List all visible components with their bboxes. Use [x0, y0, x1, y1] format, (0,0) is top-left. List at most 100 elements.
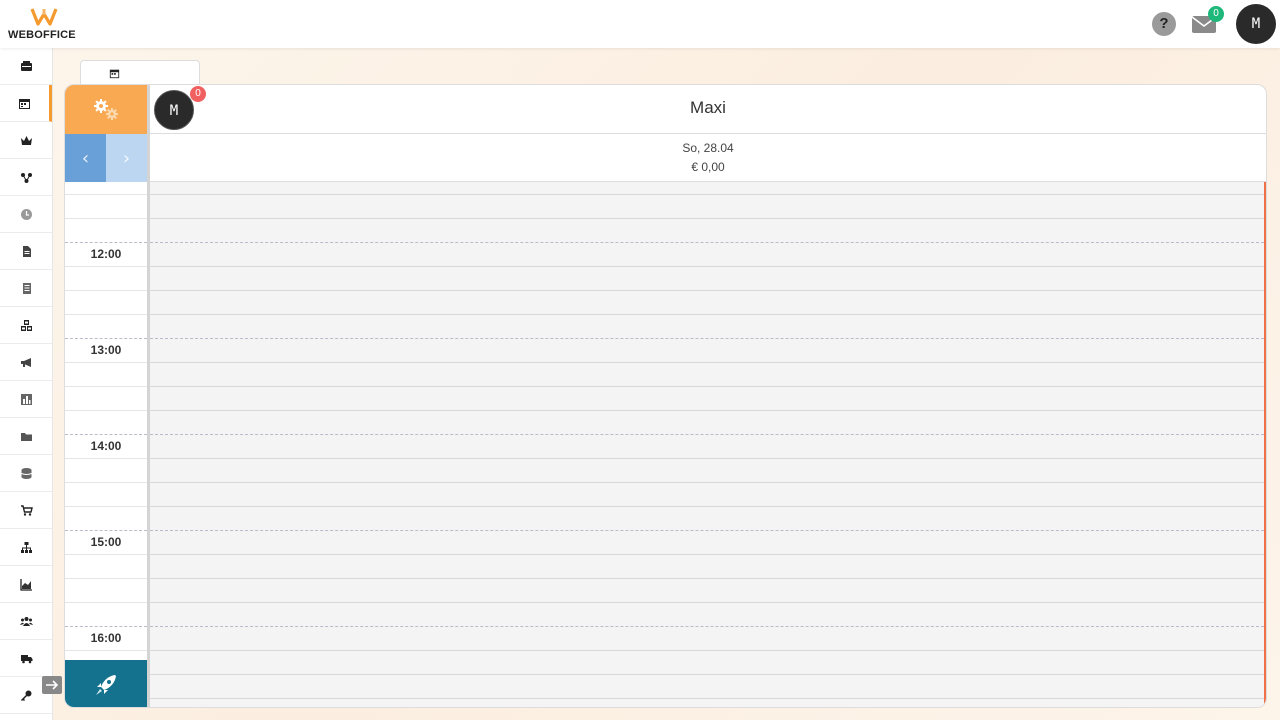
- sidebar-item-folder[interactable]: [0, 418, 52, 455]
- crown-icon: [20, 135, 32, 145]
- time-hour-line: [65, 242, 147, 243]
- key-icon: [20, 690, 31, 701]
- help-icon[interactable]: ?: [1152, 12, 1176, 36]
- schedule-grid[interactable]: [150, 182, 1264, 707]
- area-chart-icon: [19, 578, 32, 591]
- grid-slot-line: [150, 362, 1264, 363]
- grid-hour-line: [150, 338, 1264, 339]
- grid-slot-line: [150, 290, 1264, 291]
- day-total: € 0,00: [691, 160, 725, 174]
- sidebar-item-network[interactable]: [0, 159, 52, 196]
- grid-hour-line: [150, 626, 1264, 627]
- grid-hour-line: [150, 242, 1264, 243]
- time-slot-line: [65, 554, 147, 555]
- sidebar-item-list-document[interactable]: [0, 270, 52, 307]
- time-slot-line: [65, 386, 147, 387]
- sidebar-item-megaphone[interactable]: [0, 344, 52, 381]
- grid-hour-line: [150, 434, 1264, 435]
- weboffice-logo[interactable]: WEBOFFICE: [8, 6, 82, 42]
- time-label-14: 14:00: [90, 439, 122, 453]
- network-icon: [20, 172, 32, 183]
- grid-slot-line: [150, 482, 1264, 483]
- folder-icon: [20, 432, 32, 441]
- boxes-icon: [20, 319, 32, 331]
- calendar-panel: ‹ › 12:00 13:00 14:00 15:00 16:00 Maxi M…: [64, 84, 1267, 708]
- logo-mark-icon: [30, 8, 58, 26]
- grid-slot-line: [150, 698, 1264, 699]
- tab-calendar[interactable]: [80, 60, 200, 86]
- staff-count-badge: 0: [190, 86, 206, 102]
- expand-sidebar-arrow-icon[interactable]: [42, 676, 62, 694]
- grid-slot-line: [150, 458, 1264, 459]
- grid-hour-line: [150, 530, 1264, 531]
- hierarchy-icon: [20, 541, 32, 553]
- users-icon: [19, 616, 33, 626]
- database-icon: [20, 467, 32, 479]
- time-label-15: 15:00: [90, 535, 122, 549]
- time-slot-line: [65, 290, 147, 291]
- grid-slot-line: [150, 194, 1264, 195]
- truck-icon: [20, 654, 32, 663]
- time-slot-line: [65, 602, 147, 603]
- grid-slot-line: [150, 602, 1264, 603]
- sidebar-item-cart[interactable]: [0, 492, 52, 529]
- day-date: So, 28.04: [682, 141, 734, 155]
- sidebar-item-crown[interactable]: [0, 122, 52, 159]
- list-document-icon: [22, 282, 31, 294]
- time-slot-line: [65, 218, 147, 219]
- grid-slot-line: [150, 266, 1264, 267]
- clock-icon: [20, 208, 32, 220]
- staff-header[interactable]: Maxi M 0: [150, 85, 1266, 134]
- megaphone-icon: [20, 357, 31, 367]
- settings-button[interactable]: [65, 85, 147, 134]
- time-slot-line: [65, 458, 147, 459]
- time-slot-line: [65, 314, 147, 315]
- user-avatar[interactable]: M: [1236, 4, 1276, 44]
- time-hour-line: [65, 434, 147, 435]
- sidebar-item-truck[interactable]: [0, 640, 52, 677]
- calendar-tab-icon: [109, 69, 120, 79]
- grid-slot-line: [150, 554, 1264, 555]
- grid-slot-line: [150, 674, 1264, 675]
- time-hour-line: [65, 530, 147, 531]
- sidebar-item-bar-chart[interactable]: [0, 381, 52, 418]
- grid-slot-line: [150, 410, 1264, 411]
- time-slot-line: [65, 194, 147, 195]
- sidebar-item-boxes[interactable]: [0, 307, 52, 344]
- sidebar-item-hierarchy[interactable]: [0, 529, 52, 566]
- calendar-icon: [19, 98, 30, 109]
- current-time-indicator: [1264, 182, 1266, 707]
- grid-slot-line: [150, 386, 1264, 387]
- quick-launch-button[interactable]: [65, 660, 147, 707]
- sidebar-item-calendar[interactable]: [0, 85, 52, 122]
- bar-chart-icon: [20, 393, 32, 405]
- grid-slot-line: [150, 506, 1264, 507]
- time-label-12: 12:00: [90, 247, 122, 261]
- grid-slot-line: [150, 314, 1264, 315]
- time-slot-line: [65, 506, 147, 507]
- grid-slot-line: [150, 650, 1264, 651]
- sidebar-item-cash-register[interactable]: [0, 48, 52, 85]
- time-slot-line: [65, 266, 147, 267]
- time-hour-line: [65, 626, 147, 627]
- sidebar-item-database[interactable]: [0, 455, 52, 492]
- time-slot-line: [65, 410, 147, 411]
- staff-name: Maxi: [690, 98, 726, 117]
- cart-icon: [20, 504, 33, 516]
- gears-icon: [94, 98, 118, 120]
- sidebar-item-users[interactable]: [0, 603, 52, 640]
- document-icon: [22, 245, 31, 257]
- time-slot-line: [65, 578, 147, 579]
- staff-avatar[interactable]: M: [154, 90, 194, 130]
- logo-text: WEBOFFICE: [8, 29, 76, 41]
- sidebar-item-clock[interactable]: [0, 196, 52, 233]
- time-slot-line: [65, 362, 147, 363]
- sidebar-item-area-chart[interactable]: [0, 566, 52, 603]
- time-label-16: 16:00: [90, 631, 122, 645]
- sidebar: [0, 48, 53, 720]
- time-label-13: 13:00: [90, 343, 122, 357]
- next-day-button[interactable]: ›: [106, 134, 147, 182]
- cash-register-icon: [20, 60, 32, 71]
- prev-day-button[interactable]: ‹: [65, 134, 106, 182]
- sidebar-item-document[interactable]: [0, 233, 52, 270]
